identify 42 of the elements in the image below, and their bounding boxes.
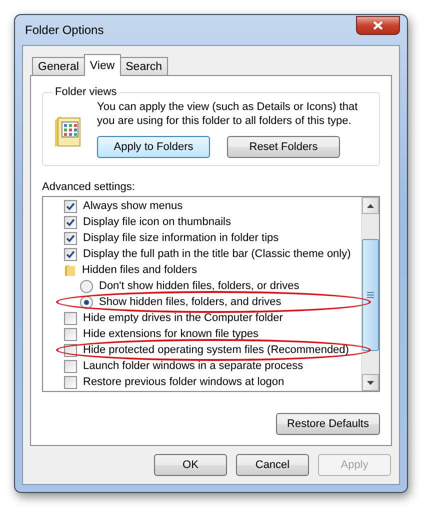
checkbox[interactable]: [64, 376, 77, 388]
checkbox[interactable]: [64, 232, 77, 244]
setting-label: Hide empty drives in the Computer folder: [83, 312, 283, 324]
setting-label: Display the full path in the title bar (Classic theme only): [83, 248, 351, 260]
folder-button[interactable]: Apply to Folders: [97, 136, 210, 158]
setting-label: Restore previous folder windows at logon: [83, 376, 284, 388]
setting-label: Show hidden files, folders, and drives: [99, 296, 282, 308]
setting-label: Hide extensions for known file types: [83, 328, 258, 340]
checkbox[interactable]: [64, 216, 77, 228]
scroll-up-icon: [367, 204, 374, 208]
checkbox[interactable]: [64, 344, 77, 356]
checkbox[interactable]: [64, 200, 77, 212]
scroll-down-icon: [367, 380, 374, 384]
dialog-button[interactable]: OK: [154, 454, 227, 476]
setting-label: Always show menus: [83, 200, 183, 212]
setting-label: Hide protected operating system files (Recommended): [83, 344, 349, 356]
setting-label: Don't show hidden files, folders, or drives: [99, 280, 300, 292]
folder-view-icon: [53, 114, 83, 148]
tab[interactable]: General: [32, 57, 85, 76]
scrollbar[interactable]: [361, 197, 379, 391]
tab[interactable]: View: [84, 54, 121, 76]
tab[interactable]: Search: [120, 57, 168, 76]
setting-label: Display file size information in folder tips: [83, 232, 279, 244]
close-button[interactable]: [356, 16, 400, 34]
checkbox[interactable]: [64, 248, 77, 260]
setting-label: Display file icon on thumbnails: [83, 216, 231, 228]
section-label: Advanced settings:: [42, 181, 136, 193]
radio-button[interactable]: [80, 280, 93, 292]
checkbox[interactable]: [64, 360, 77, 372]
description-text: You can apply the view (such as Details or Icons) that you are using for this folder to all folders of this type.: [97, 100, 359, 128]
window-title: Folder Options: [24, 23, 104, 37]
checkbox[interactable]: [64, 328, 77, 340]
checkbox[interactable]: [64, 312, 77, 324]
folder-icon: [64, 264, 76, 276]
grip-icon: [367, 292, 374, 298]
folder-button[interactable]: Reset Folders: [227, 136, 340, 158]
restore-defaults-button[interactable]: Restore Defaults: [276, 413, 380, 435]
setting-label: Hidden files and folders: [82, 264, 197, 276]
group-title: Folder views: [54, 86, 118, 98]
setting-label: Launch folder windows in a separate process: [83, 360, 304, 372]
close-icon: [373, 20, 383, 30]
dialog-button[interactable]: Cancel: [236, 454, 309, 476]
